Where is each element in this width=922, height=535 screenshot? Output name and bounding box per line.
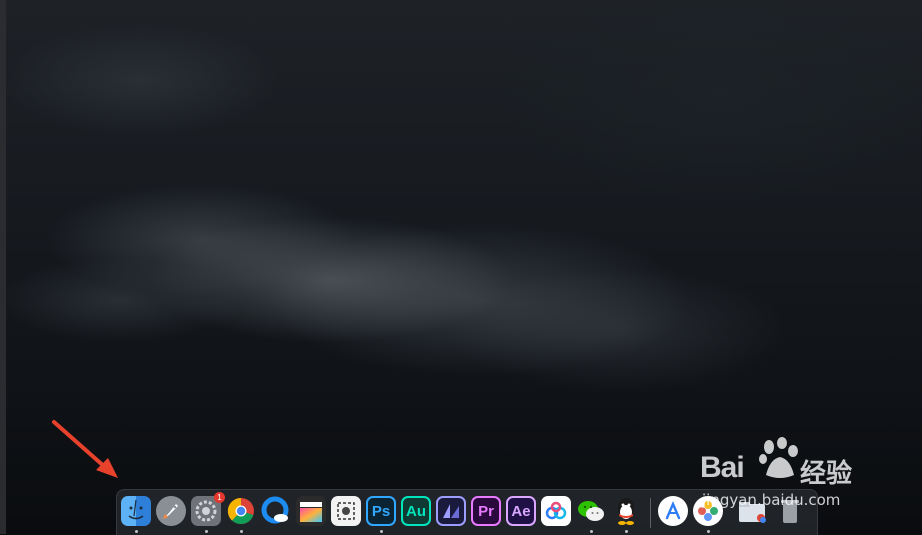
baidu-paw-icon xyxy=(759,437,798,478)
notification-badge: 1 xyxy=(214,492,225,503)
baidu-netdisk-icon[interactable] xyxy=(541,496,571,526)
chrome-icon[interactable] xyxy=(226,496,256,526)
watermark-url: jingyan.baidu.com xyxy=(702,491,841,509)
running-indicator xyxy=(240,530,243,533)
qq-browser-icon[interactable] xyxy=(261,496,291,526)
red-arrow-annotation xyxy=(52,420,118,478)
media-encoder-icon[interactable] xyxy=(436,496,466,526)
finder-icon[interactable] xyxy=(121,496,151,526)
photoshop-icon[interactable]: Ps xyxy=(366,496,396,526)
premiere-pro-icon[interactable]: Pr xyxy=(471,496,501,526)
running-indicator xyxy=(707,530,710,533)
watermark-brand-right: 经验 xyxy=(800,458,853,488)
qq-icon[interactable] xyxy=(611,496,641,526)
running-indicator xyxy=(135,530,138,533)
running-indicator xyxy=(625,530,628,533)
screenshot-app-icon[interactable] xyxy=(331,496,361,526)
running-indicator xyxy=(590,530,593,533)
dock-divider xyxy=(650,498,651,528)
running-indicator xyxy=(205,530,208,533)
final-cut-pro-icon[interactable] xyxy=(296,496,326,526)
after-effects-icon[interactable]: Ae xyxy=(506,496,536,526)
app-store-icon[interactable] xyxy=(658,496,688,526)
watermark-brand-left: Bai xyxy=(700,451,745,484)
launchpad-icon[interactable] xyxy=(156,496,186,526)
audition-icon[interactable]: Au xyxy=(401,496,431,526)
window-edge xyxy=(0,0,6,534)
baidu-jingyan-watermark: Bai 经验 jingyan.baidu.com xyxy=(700,437,882,515)
running-indicator xyxy=(380,530,383,533)
system-preferences-icon[interactable]: 1 xyxy=(191,492,225,526)
wechat-icon[interactable] xyxy=(576,496,606,526)
